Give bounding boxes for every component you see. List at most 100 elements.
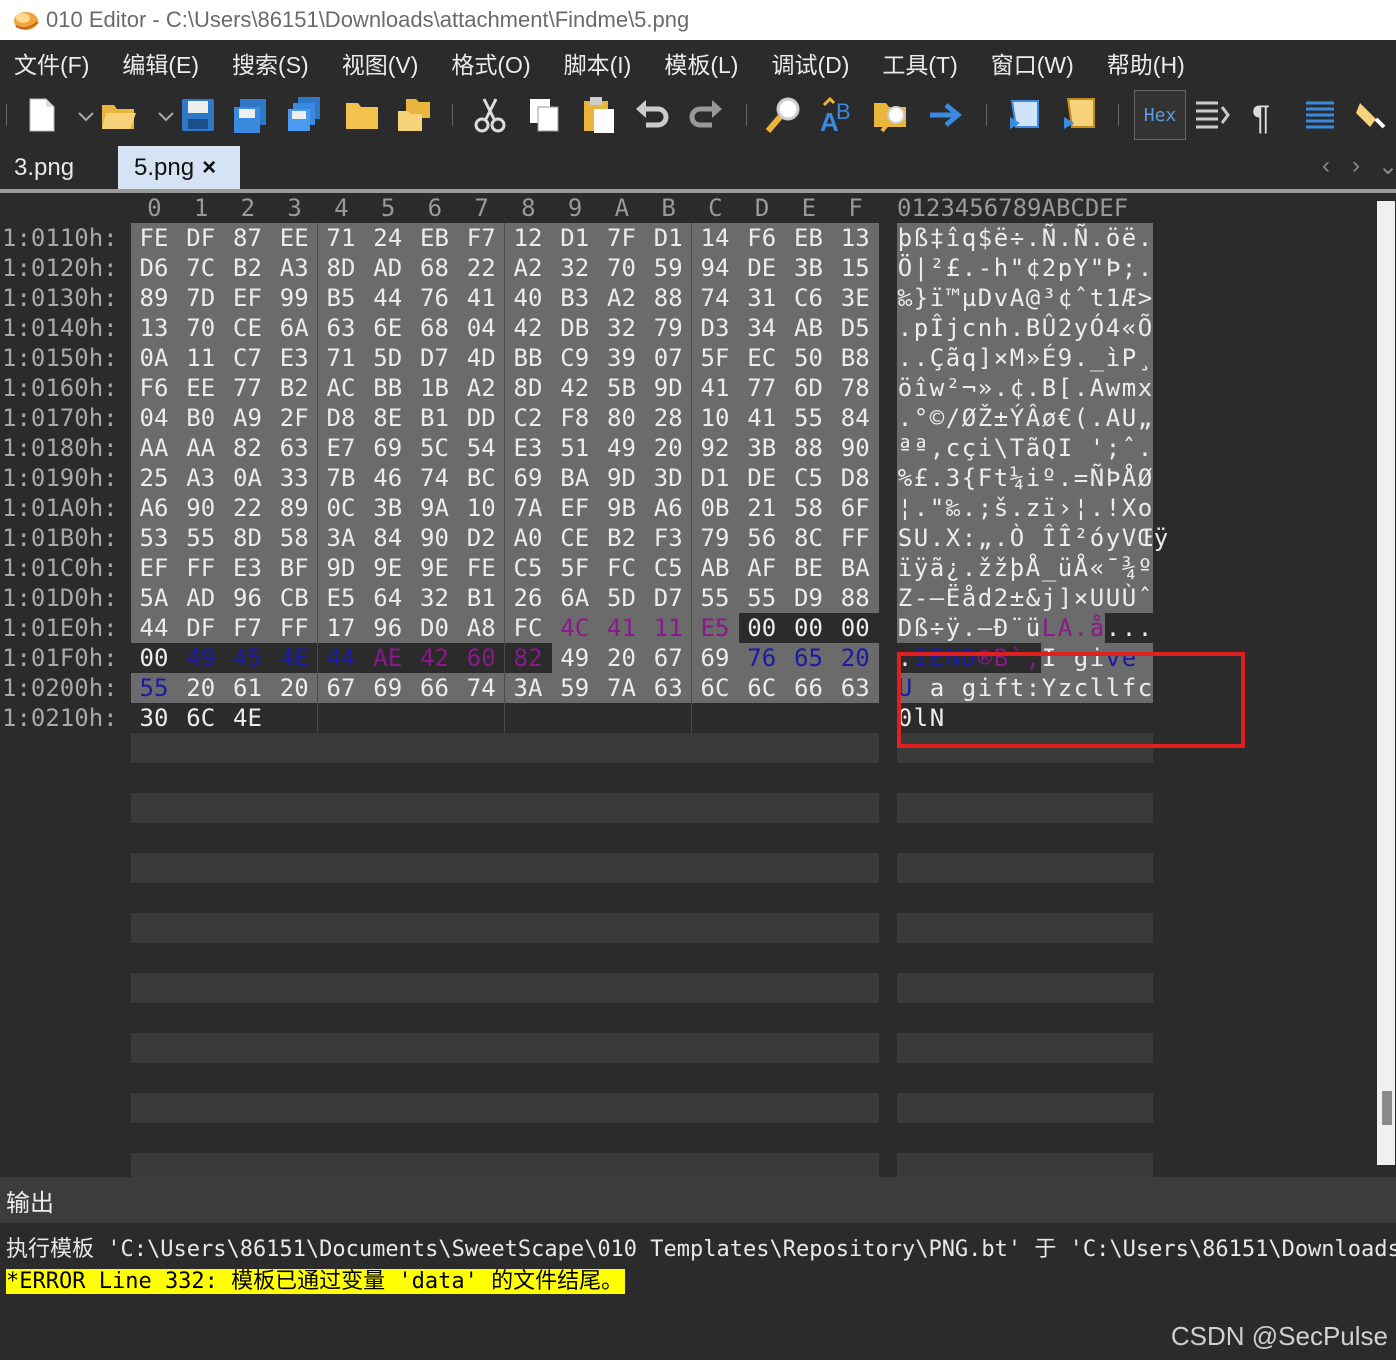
redo-icon[interactable] (686, 95, 726, 135)
hex-byte[interactable]: 99 (271, 283, 317, 313)
ascii-char[interactable]: Ö (897, 253, 913, 283)
hex-byte[interactable]: 5D (365, 343, 411, 373)
hex-byte[interactable]: 63 (832, 673, 878, 703)
hex-byte[interactable]: 20 (599, 643, 645, 673)
ascii-char[interactable]: p (913, 313, 929, 343)
ascii-char[interactable]: ï (929, 283, 945, 313)
hex-byte[interactable]: D2 (458, 523, 504, 553)
ascii-char[interactable]: 3 (945, 463, 961, 493)
highlight-icon[interactable] (1354, 95, 1394, 135)
hex-byte[interactable]: 79 (692, 523, 738, 553)
hex-byte[interactable]: 0C (318, 493, 364, 523)
ascii-char[interactable]: ã (1025, 433, 1041, 463)
hex-byte[interactable]: FF (178, 553, 224, 583)
hex-byte[interactable]: 58 (271, 523, 317, 553)
hex-byte[interactable]: A8 (458, 613, 504, 643)
hex-byte[interactable]: 00 (832, 613, 878, 643)
ascii-char[interactable]: ¨ (1009, 613, 1025, 643)
ascii-char[interactable]: þ (897, 223, 913, 253)
ascii-char[interactable]: 4 (1105, 313, 1121, 343)
hex-byte[interactable]: 3D (645, 463, 691, 493)
hex-byte[interactable]: 2F (271, 403, 317, 433)
hex-byte[interactable]: A3 (178, 463, 224, 493)
paragraph-icon[interactable]: ¶ (1246, 95, 1286, 137)
hex-byte[interactable]: 3B (786, 253, 832, 283)
hex-byte[interactable]: EC (739, 343, 785, 373)
find-in-files-icon[interactable] (872, 95, 912, 135)
ascii-char[interactable]: D (977, 283, 993, 313)
ascii-char[interactable]: X (945, 523, 961, 553)
ascii-char[interactable]: x (1137, 373, 1153, 403)
tab-5png[interactable]: 5.png × (118, 146, 240, 190)
ascii-char[interactable]: U (1121, 403, 1137, 433)
hex-byte[interactable]: 00 (131, 643, 177, 673)
ascii-char[interactable]: & (1025, 583, 1041, 613)
hex-byte[interactable]: 59 (552, 673, 598, 703)
hex-byte[interactable]: 63 (271, 433, 317, 463)
save-as-icon[interactable] (230, 95, 270, 135)
ascii-char[interactable]: ‰ (945, 493, 961, 523)
hex-byte[interactable]: 76 (739, 643, 785, 673)
ascii-char[interactable]: M (1009, 343, 1025, 373)
hex-byte[interactable]: 67 (645, 643, 691, 673)
ascii-char[interactable]: p (1057, 253, 1073, 283)
ascii-char[interactable]: š (993, 493, 1009, 523)
ascii-char[interactable]: Ž (977, 403, 993, 433)
ascii-char[interactable]: î (945, 223, 961, 253)
hex-byte[interactable]: 00 (739, 613, 785, 643)
hex-byte[interactable]: F3 (645, 523, 691, 553)
ascii-char[interactable]: ³ (1041, 283, 1057, 313)
hex-byte[interactable]: 39 (599, 343, 645, 373)
hex-byte[interactable]: 6C (739, 673, 785, 703)
hex-byte[interactable]: 10 (458, 493, 504, 523)
hex-byte[interactable]: 34 (739, 313, 785, 343)
hex-byte[interactable]: 7F (599, 223, 645, 253)
ascii-char[interactable]: % (897, 463, 913, 493)
run-script-icon[interactable] (1006, 95, 1046, 135)
ascii-char[interactable]: i (977, 433, 993, 463)
ascii-char[interactable]: c (945, 433, 961, 463)
hex-byte[interactable]: 90 (178, 493, 224, 523)
folder-icon[interactable] (342, 95, 382, 135)
ascii-char[interactable]: Z (897, 583, 913, 613)
ascii-char[interactable]: º (1137, 553, 1153, 583)
ascii-char[interactable]: . (1057, 223, 1073, 253)
ascii-char[interactable]: ‡ (929, 223, 945, 253)
ascii-char[interactable]: j (1041, 583, 1057, 613)
hex-byte[interactable]: 12 (505, 223, 551, 253)
ascii-char[interactable]: Œ (1137, 523, 1153, 553)
ascii-char[interactable]: º (1041, 463, 1057, 493)
ascii-char[interactable]: ¢ (1025, 253, 1041, 283)
hex-byte[interactable]: 24 (365, 223, 411, 253)
hex-byte[interactable]: 32 (412, 583, 458, 613)
hex-byte[interactable]: D7 (645, 583, 691, 613)
ascii-char[interactable]: t (1089, 283, 1105, 313)
ascii-char[interactable]: . (1009, 493, 1025, 523)
ascii-char[interactable]: - (913, 583, 929, 613)
ascii-char[interactable]: U (913, 523, 929, 553)
ascii-char[interactable]: Ç (929, 343, 945, 373)
hex-byte[interactable]: 41 (458, 283, 504, 313)
ascii-char[interactable]: . (929, 463, 945, 493)
hex-byte[interactable]: DE (739, 253, 785, 283)
hex-byte[interactable]: BA (832, 553, 878, 583)
ascii-char[interactable]: I (1057, 433, 1073, 463)
ascii-char[interactable]: F (977, 463, 993, 493)
hex-byte[interactable]: 44 (318, 643, 364, 673)
ascii-char[interactable]: ÿ (1153, 523, 1169, 553)
hex-byte[interactable]: A6 (645, 493, 691, 523)
hex-byte[interactable]: 20 (832, 643, 878, 673)
ascii-char[interactable]: q (961, 343, 977, 373)
hex-byte[interactable]: 84 (832, 403, 878, 433)
ascii-char[interactable]: Þ (1105, 463, 1121, 493)
hex-byte[interactable]: 7A (505, 493, 551, 523)
hex-byte[interactable]: 61 (225, 673, 271, 703)
ascii-char[interactable]: S (897, 523, 913, 553)
hex-byte[interactable]: 90 (832, 433, 878, 463)
hex-byte[interactable]: 3A (505, 673, 551, 703)
save-icon[interactable] (178, 95, 218, 135)
ascii-char[interactable]: | (913, 253, 929, 283)
hex-byte[interactable]: EB (786, 223, 832, 253)
ascii-char[interactable]: @ (1025, 283, 1041, 313)
ascii-char[interactable]: " (1009, 253, 1025, 283)
